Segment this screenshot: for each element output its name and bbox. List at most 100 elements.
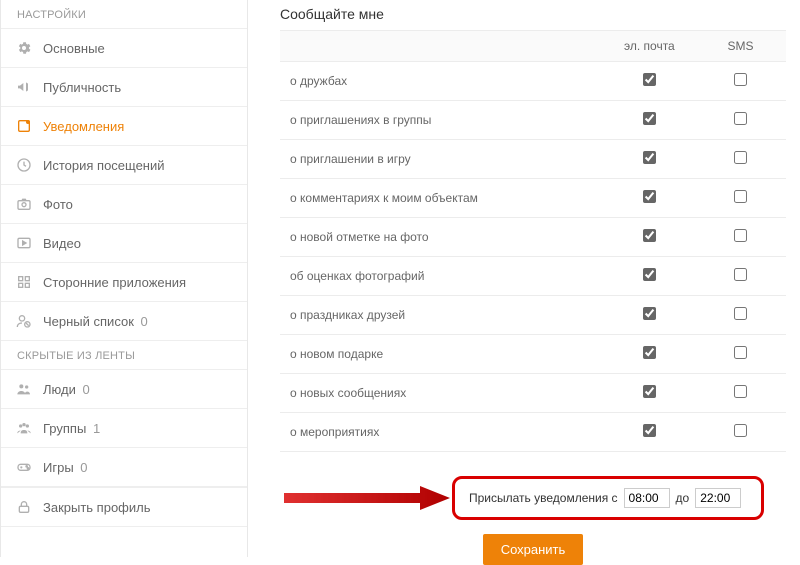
camera-icon bbox=[15, 195, 33, 213]
table-row: о новой отметке на фото bbox=[280, 218, 786, 257]
sidebar-item-notifications[interactable]: Уведомления bbox=[1, 107, 247, 146]
row-email-cell bbox=[604, 257, 695, 296]
sms-checkbox[interactable] bbox=[734, 190, 747, 203]
sidebar: НАСТРОЙКИ Основные Публичность Уведомлен… bbox=[0, 0, 248, 557]
email-checkbox[interactable] bbox=[643, 346, 656, 359]
table-row: о мероприятиях bbox=[280, 413, 786, 452]
main-panel: Сообщайте мне эл. почта SMS о дружбахо п… bbox=[248, 0, 800, 557]
email-checkbox[interactable] bbox=[643, 73, 656, 86]
sidebar-item-label: Группы 1 bbox=[43, 421, 233, 436]
groups-icon bbox=[15, 419, 33, 437]
table-row: о дружбах bbox=[280, 62, 786, 101]
sms-checkbox[interactable] bbox=[734, 346, 747, 359]
col-label bbox=[280, 31, 604, 62]
sidebar-item-count: 1 bbox=[93, 421, 100, 436]
sidebar-item-label: Фото bbox=[43, 197, 233, 212]
sms-checkbox[interactable] bbox=[734, 307, 747, 320]
sms-checkbox[interactable] bbox=[734, 112, 747, 125]
sms-checkbox[interactable] bbox=[734, 385, 747, 398]
row-label: о мероприятиях bbox=[280, 413, 604, 452]
page-title: Сообщайте мне bbox=[280, 6, 786, 30]
row-email-cell bbox=[604, 179, 695, 218]
sidebar-item-video[interactable]: Видео bbox=[1, 224, 247, 263]
sidebar-item-blacklist[interactable]: Черный список 0 bbox=[1, 302, 247, 341]
time-from-input[interactable] bbox=[624, 488, 670, 508]
row-sms-cell bbox=[695, 335, 786, 374]
email-checkbox[interactable] bbox=[643, 229, 656, 242]
time-prefix-label: Присылать уведомления с bbox=[469, 491, 618, 505]
row-email-cell bbox=[604, 101, 695, 140]
row-label: об оценках фотографий bbox=[280, 257, 604, 296]
table-row: о новом подарке bbox=[280, 335, 786, 374]
row-email-cell bbox=[604, 140, 695, 179]
highlight-arrow bbox=[280, 483, 452, 513]
sidebar-item-close-profile[interactable]: Закрыть профиль bbox=[1, 487, 247, 527]
sidebar-item-label: Основные bbox=[43, 41, 233, 56]
row-email-cell bbox=[604, 374, 695, 413]
table-row: о новых сообщениях bbox=[280, 374, 786, 413]
email-checkbox[interactable] bbox=[643, 424, 656, 437]
time-range-block: Присылать уведомления с до bbox=[280, 476, 786, 520]
table-row: о комментариях к моим объектам bbox=[280, 179, 786, 218]
email-checkbox[interactable] bbox=[643, 385, 656, 398]
table-row: об оценках фотографий bbox=[280, 257, 786, 296]
table-row: о приглашении в игру bbox=[280, 140, 786, 179]
email-checkbox[interactable] bbox=[643, 112, 656, 125]
sidebar-item-label: Публичность bbox=[43, 80, 233, 95]
email-checkbox[interactable] bbox=[643, 151, 656, 164]
sidebar-item-label: Люди 0 bbox=[43, 382, 233, 397]
row-label: о комментариях к моим объектам bbox=[280, 179, 604, 218]
sms-checkbox[interactable] bbox=[734, 424, 747, 437]
sidebar-item-label: История посещений bbox=[43, 158, 233, 173]
sidebar-item-label: Сторонние приложения bbox=[43, 275, 233, 290]
sidebar-item-people[interactable]: Люди 0 bbox=[1, 370, 247, 409]
sidebar-item-label: Видео bbox=[43, 236, 233, 251]
row-label: о приглашениях в группы bbox=[280, 101, 604, 140]
row-email-cell bbox=[604, 413, 695, 452]
email-checkbox[interactable] bbox=[643, 268, 656, 281]
sidebar-item-games[interactable]: Игры 0 bbox=[1, 448, 247, 487]
row-sms-cell bbox=[695, 101, 786, 140]
email-checkbox[interactable] bbox=[643, 190, 656, 203]
table-row: о праздниках друзей bbox=[280, 296, 786, 335]
row-label: о дружбах bbox=[280, 62, 604, 101]
col-email: эл. почта bbox=[604, 31, 695, 62]
row-sms-cell bbox=[695, 62, 786, 101]
row-label: о новой отметке на фото bbox=[280, 218, 604, 257]
time-to-input[interactable] bbox=[695, 488, 741, 508]
notifications-table: эл. почта SMS о дружбахо приглашениях в … bbox=[280, 30, 786, 452]
sidebar-header-settings: НАСТРОЙКИ bbox=[1, 0, 247, 29]
email-checkbox[interactable] bbox=[643, 307, 656, 320]
sidebar-item-groups[interactable]: Группы 1 bbox=[1, 409, 247, 448]
lock-icon bbox=[15, 498, 33, 516]
row-label: о новых сообщениях bbox=[280, 374, 604, 413]
history-icon bbox=[15, 156, 33, 174]
sidebar-header-hidden: СКРЫТЫЕ ИЗ ЛЕНТЫ bbox=[1, 341, 247, 370]
people-icon bbox=[15, 380, 33, 398]
row-email-cell bbox=[604, 62, 695, 101]
sms-checkbox[interactable] bbox=[734, 229, 747, 242]
save-button[interactable]: Сохранить bbox=[483, 534, 584, 565]
row-sms-cell bbox=[695, 413, 786, 452]
row-email-cell bbox=[604, 296, 695, 335]
row-sms-cell bbox=[695, 257, 786, 296]
sidebar-item-label: Уведомления bbox=[43, 119, 233, 134]
row-label: о приглашении в игру bbox=[280, 140, 604, 179]
sidebar-item-count: 0 bbox=[141, 314, 148, 329]
sms-checkbox[interactable] bbox=[734, 268, 747, 281]
sidebar-item-history[interactable]: История посещений bbox=[1, 146, 247, 185]
sidebar-item-apps[interactable]: Сторонние приложения bbox=[1, 263, 247, 302]
sidebar-item-publicity[interactable]: Публичность bbox=[1, 68, 247, 107]
row-sms-cell bbox=[695, 179, 786, 218]
sidebar-item-photo[interactable]: Фото bbox=[1, 185, 247, 224]
col-sms: SMS bbox=[695, 31, 786, 62]
blacklist-icon bbox=[15, 312, 33, 330]
sidebar-item-count: 0 bbox=[82, 382, 89, 397]
sidebar-item-label: Черный список 0 bbox=[43, 314, 233, 329]
row-label: о праздниках друзей bbox=[280, 296, 604, 335]
sidebar-item-basic[interactable]: Основные bbox=[1, 29, 247, 68]
sms-checkbox[interactable] bbox=[734, 73, 747, 86]
sms-checkbox[interactable] bbox=[734, 151, 747, 164]
row-sms-cell bbox=[695, 296, 786, 335]
notification-icon bbox=[15, 117, 33, 135]
